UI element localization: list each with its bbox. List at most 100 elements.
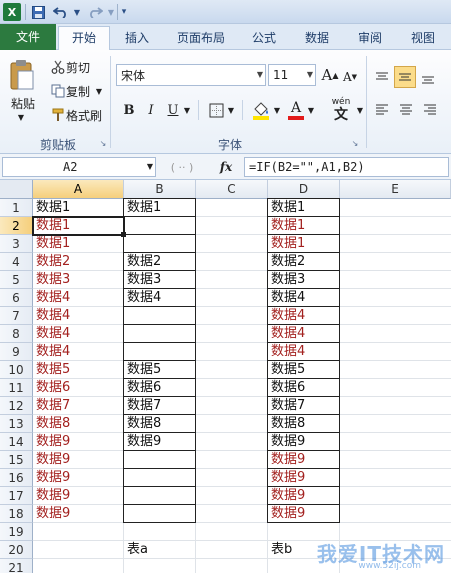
row-header-19[interactable]: 19 bbox=[0, 523, 33, 541]
tab-formulas[interactable]: 公式 bbox=[240, 27, 288, 50]
cut-button[interactable]: 剪切 bbox=[66, 58, 96, 76]
align-right-icon[interactable] bbox=[420, 100, 440, 120]
tab-view[interactable]: 视图 bbox=[398, 27, 448, 50]
column-header-e[interactable]: E bbox=[340, 180, 451, 199]
align-left-icon[interactable] bbox=[372, 100, 392, 120]
tab-insert[interactable]: 插入 bbox=[112, 27, 162, 50]
cell-a6[interactable]: 数据4 bbox=[33, 289, 124, 307]
row-header-12[interactable]: 12 bbox=[0, 397, 33, 415]
paste-dropdown-icon[interactable]: ▼ bbox=[16, 112, 26, 122]
ribbon-tab-bar: 文件 开始 插入 页面布局 公式 数据 审阅 视图 bbox=[0, 24, 451, 51]
redo-dropdown-icon[interactable]: ▼ bbox=[106, 3, 116, 21]
cell-a1[interactable]: 数据1 bbox=[33, 199, 124, 217]
clipboard-launcher-icon[interactable]: ↘ bbox=[98, 138, 108, 148]
row-header-3[interactable]: 3 bbox=[0, 235, 33, 253]
row-header-9[interactable]: 9 bbox=[0, 343, 33, 361]
tab-data[interactable]: 数据 bbox=[292, 27, 342, 50]
column-header-d[interactable]: D bbox=[268, 180, 340, 199]
cell-a14[interactable]: 数据9 bbox=[33, 433, 124, 451]
phonetic-button[interactable]: wén 文 bbox=[326, 96, 356, 124]
cell-a10[interactable]: 数据5 bbox=[33, 361, 124, 379]
row-header-1[interactable]: 1 bbox=[0, 199, 33, 217]
cell-a9[interactable]: 数据4 bbox=[33, 343, 124, 361]
tab-page-layout[interactable]: 页面布局 bbox=[165, 27, 237, 50]
underline-button[interactable]: U bbox=[164, 100, 182, 120]
save-icon[interactable] bbox=[30, 3, 46, 21]
formula-input[interactable]: =IF(B2="",A1,B2) bbox=[244, 157, 449, 177]
copy-icon[interactable] bbox=[50, 82, 66, 100]
column-header-a[interactable]: A bbox=[33, 180, 124, 199]
align-bottom-icon[interactable] bbox=[418, 68, 438, 88]
paste-icon[interactable] bbox=[8, 58, 36, 92]
cell-a5[interactable]: 数据3 bbox=[33, 271, 124, 289]
font-name-select[interactable]: 宋体 ▼ bbox=[116, 64, 266, 86]
row-header-11[interactable]: 11 bbox=[0, 379, 33, 397]
row-header-6[interactable]: 6 bbox=[0, 289, 33, 307]
format-painter-button[interactable]: 格式刷 bbox=[66, 106, 108, 124]
cell-a11[interactable]: 数据6 bbox=[33, 379, 124, 397]
row-header-21[interactable]: 21 bbox=[0, 559, 33, 573]
row-header-15[interactable]: 15 bbox=[0, 451, 33, 469]
select-all-corner[interactable] bbox=[0, 180, 33, 199]
scissors-icon[interactable] bbox=[50, 58, 66, 76]
cell-a3[interactable]: 数据1 bbox=[33, 235, 124, 253]
font-size-select[interactable]: 11 ▼ bbox=[268, 64, 316, 86]
column-header-c[interactable]: C bbox=[196, 180, 268, 199]
row-header-18[interactable]: 18 bbox=[0, 505, 33, 523]
font-color-dropdown-icon[interactable]: ▼ bbox=[306, 105, 316, 115]
fill-color-icon[interactable] bbox=[250, 98, 272, 122]
borders-icon[interactable] bbox=[206, 100, 226, 120]
cell-b20-label[interactable]: 表a bbox=[124, 541, 196, 559]
cell-a15[interactable]: 数据9 bbox=[33, 451, 124, 469]
align-top-icon[interactable] bbox=[372, 68, 392, 88]
align-center-icon[interactable] bbox=[396, 100, 416, 120]
insert-function-button[interactable]: fx bbox=[214, 157, 238, 177]
bold-button[interactable]: B bbox=[120, 100, 138, 120]
tab-home[interactable]: 开始 bbox=[58, 26, 110, 51]
format-painter-icon[interactable] bbox=[50, 106, 66, 124]
cell-a7[interactable]: 数据4 bbox=[33, 307, 124, 325]
align-middle-icon[interactable] bbox=[394, 66, 416, 88]
italic-button[interactable]: I bbox=[142, 100, 160, 120]
row-header-8[interactable]: 8 bbox=[0, 325, 33, 343]
tab-review[interactable]: 审阅 bbox=[345, 27, 395, 50]
cell-a8[interactable]: 数据4 bbox=[33, 325, 124, 343]
undo-icon[interactable] bbox=[50, 3, 72, 21]
underline-dropdown-icon[interactable]: ▼ bbox=[182, 105, 192, 115]
row-header-10[interactable]: 10 bbox=[0, 361, 33, 379]
grow-font-button[interactable]: A ▲ bbox=[320, 65, 340, 85]
row-header-5[interactable]: 5 bbox=[0, 271, 33, 289]
cell-a17[interactable]: 数据9 bbox=[33, 487, 124, 505]
cell-a12[interactable]: 数据7 bbox=[33, 397, 124, 415]
fill-color-dropdown-icon[interactable]: ▼ bbox=[272, 105, 282, 115]
font-launcher-icon[interactable]: ↘ bbox=[350, 138, 360, 148]
worksheet-grid[interactable]: A B C D E 1 2 3 4 5 6 7 8 9 10 11 12 13 14 15 16 17 18 19 20 21 数据… bbox=[0, 180, 451, 573]
row-header-14[interactable]: 14 bbox=[0, 433, 33, 451]
row-header-2[interactable]: 2 bbox=[0, 217, 33, 235]
row-header-17[interactable]: 17 bbox=[0, 487, 33, 505]
cell-a13[interactable]: 数据8 bbox=[33, 415, 124, 433]
copy-dropdown-icon[interactable]: ▼ bbox=[94, 86, 104, 96]
copy-button[interactable]: 复制 bbox=[66, 82, 96, 100]
font-color-button[interactable]: A bbox=[286, 98, 306, 122]
row-header-4[interactable]: 4 bbox=[0, 253, 33, 271]
borders-dropdown-icon[interactable]: ▼ bbox=[226, 105, 236, 115]
shrink-font-button[interactable]: A ▼ bbox=[340, 67, 360, 87]
undo-dropdown-icon[interactable]: ▼ bbox=[72, 3, 82, 21]
row-header-7[interactable]: 7 bbox=[0, 307, 33, 325]
paste-button[interactable]: 粘贴 bbox=[6, 94, 40, 112]
cell-a18[interactable]: 数据9 bbox=[33, 505, 124, 523]
row-header-16[interactable]: 16 bbox=[0, 469, 33, 487]
row-header-13[interactable]: 13 bbox=[0, 415, 33, 433]
phonetic-dropdown-icon[interactable]: ▼ bbox=[356, 105, 364, 115]
row-header-20[interactable]: 20 bbox=[0, 541, 33, 559]
redo-icon[interactable] bbox=[84, 3, 106, 21]
name-box-dropdown-icon[interactable]: ▼ bbox=[145, 161, 155, 171]
name-box[interactable]: A2 bbox=[2, 157, 156, 177]
cell-a16[interactable]: 数据9 bbox=[33, 469, 124, 487]
cell-a4[interactable]: 数据2 bbox=[33, 253, 124, 271]
customize-toolbar-icon[interactable]: ▾ bbox=[119, 3, 129, 21]
column-header-b[interactable]: B bbox=[124, 180, 196, 199]
tab-file[interactable]: 文件 bbox=[0, 24, 56, 50]
fill-handle[interactable] bbox=[121, 232, 126, 237]
